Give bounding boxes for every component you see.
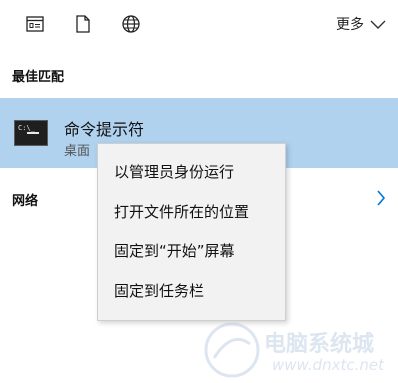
watermark: 电脑系统城 www.dnxtc.net (200, 318, 398, 383)
documents-icon[interactable] (72, 13, 94, 35)
menu-item-pin-to-taskbar[interactable]: 固定到任务栏 (98, 272, 285, 310)
watermark-text: 电脑系统城 (264, 332, 375, 357)
menu-item-run-as-admin[interactable]: 以管理员身份运行 (98, 153, 285, 191)
apps-icon[interactable] (24, 13, 46, 35)
network-heading: 网络 (12, 194, 39, 209)
more-label: 更多 (336, 17, 364, 33)
watermark-url: www.dnxtc.net (272, 356, 385, 374)
result-app-name: 命令提示符 (64, 120, 145, 139)
result-app-subtitle: 桌面 (64, 144, 91, 159)
chevron-right-icon (376, 190, 386, 210)
chevron-down-icon (370, 15, 386, 34)
context-menu: 以管理员身份运行 打开文件所在的位置 固定到“开始”屏幕 固定到任务栏 (97, 143, 286, 321)
web-icon[interactable] (120, 13, 142, 35)
search-scope-toolbar: 更多 (0, 0, 398, 50)
watermark-logo-icon (204, 322, 260, 378)
menu-item-pin-to-start[interactable]: 固定到“开始”屏幕 (98, 232, 285, 270)
menu-item-open-file-location[interactable]: 打开文件所在的位置 (98, 193, 285, 231)
command-prompt-icon: C:\_ (14, 120, 48, 146)
best-match-heading: 最佳匹配 (12, 70, 65, 85)
command-prompt-icon-text: C:\_ (18, 124, 35, 132)
more-dropdown[interactable]: 更多 (336, 12, 386, 36)
